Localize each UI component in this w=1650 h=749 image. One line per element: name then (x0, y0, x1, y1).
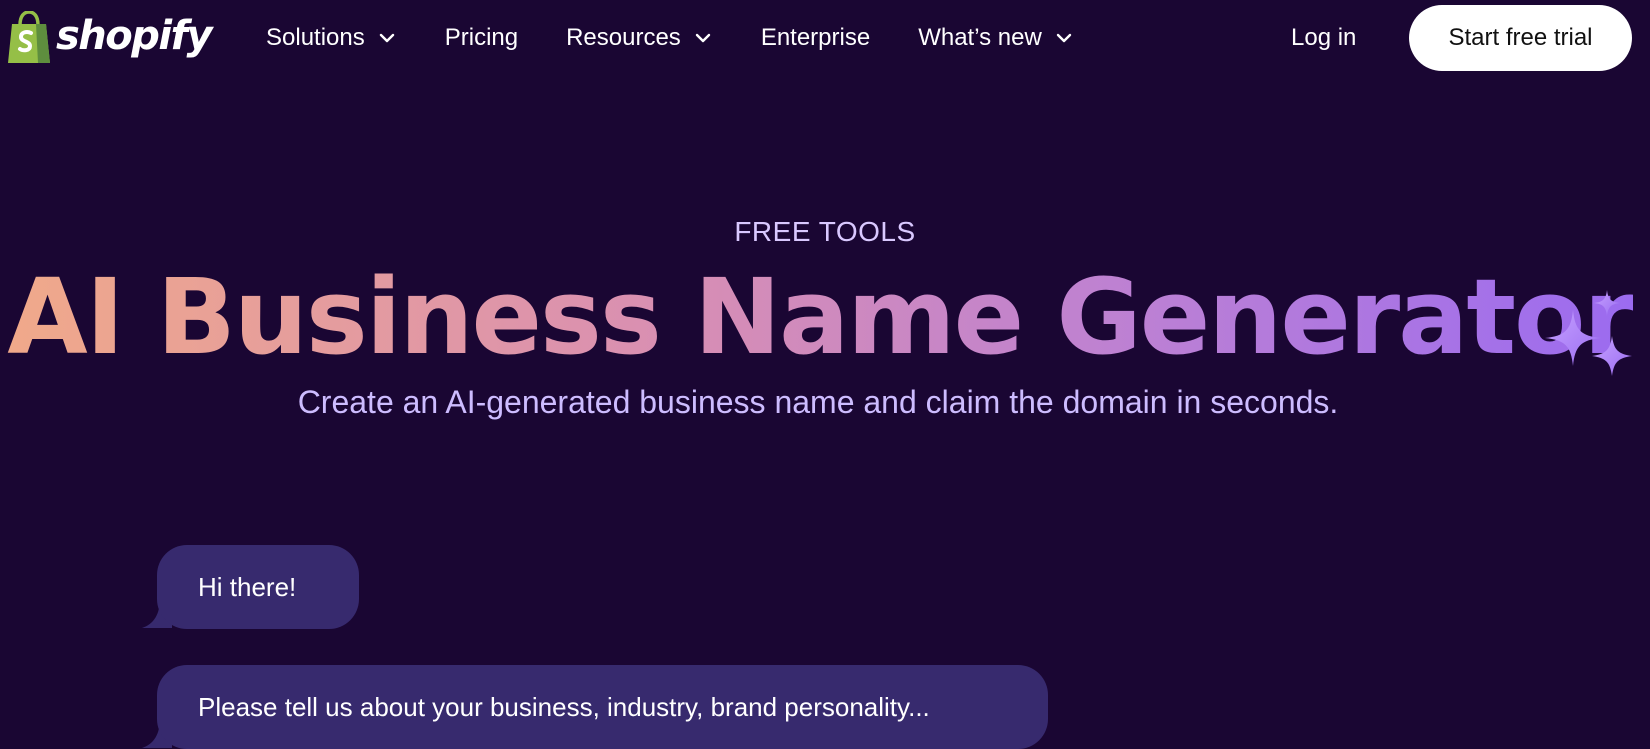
nav-item-label: Enterprise (760, 24, 871, 51)
nav-item-enterprise[interactable]: Enterprise (761, 24, 870, 52)
chevron-down-icon (1056, 33, 1072, 43)
login-link[interactable]: Log in (1291, 0, 1356, 76)
shopping-bag-icon (8, 11, 50, 63)
shopify-wordmark: shopify (56, 13, 213, 59)
page-title: AI Business Name Generator (0, 257, 1640, 377)
nav-item-label: Resources (566, 24, 681, 51)
nav-item-label: What’s new (918, 24, 1042, 51)
start-free-trial-button[interactable]: Start free trial (1409, 5, 1632, 71)
sparkle-icon (1545, 290, 1632, 376)
chat-message: Please tell us about your business, indu… (157, 665, 1048, 749)
chat-message-text: Hi there! (198, 571, 297, 602)
nav-item-label: Solutions (266, 24, 365, 51)
nav-item-solutions[interactable]: Solutions (266, 24, 397, 52)
nav-item-whats-new[interactable]: What’s new (918, 24, 1074, 52)
hero-subtitle: Create an AI-generated business name and… (297, 384, 1339, 420)
hero-eyebrow: FREE TOOLS (734, 216, 916, 247)
nav-item-pricing[interactable]: Pricing (445, 24, 518, 52)
chat-message: Hi there! (157, 545, 359, 629)
nav-item-label: Pricing (444, 24, 519, 51)
chevron-down-icon (379, 33, 394, 43)
nav-item-resources[interactable]: Resources (566, 24, 713, 52)
top-navigation: shopify Solutions Pricing Resources Ente… (0, 0, 1650, 76)
page-title-text: AI Business Name Generator (7, 256, 1635, 378)
primary-nav: Solutions Pricing Resources Enterprise W… (266, 0, 1122, 76)
shopify-logo[interactable]: shopify (6, 10, 213, 66)
chat-message-text: Please tell us about your business, indu… (198, 691, 930, 722)
chevron-down-icon (695, 33, 711, 43)
